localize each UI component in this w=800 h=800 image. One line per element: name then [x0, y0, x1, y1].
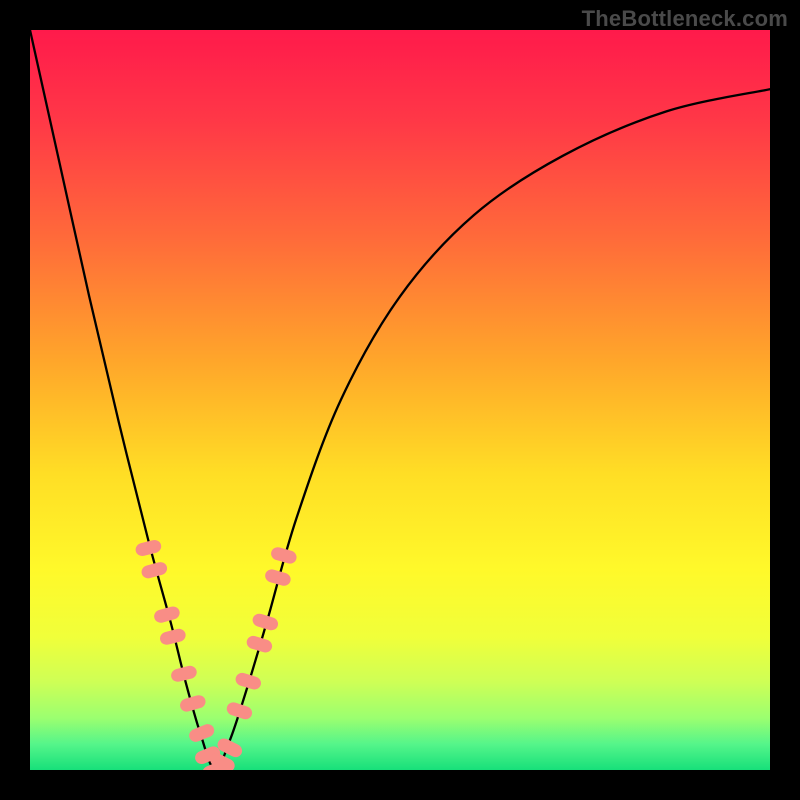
plot-area [30, 30, 770, 770]
curve-layer [30, 30, 770, 770]
bottleneck-curve-path [30, 30, 770, 770]
chart-frame: TheBottleneck.com [0, 0, 800, 800]
dash-marker [234, 671, 263, 691]
watermark-text: TheBottleneck.com [582, 6, 788, 32]
dash-marker [159, 627, 187, 646]
dash-marker [134, 539, 162, 558]
dash-marker [225, 701, 254, 722]
dash-marker [170, 664, 198, 683]
marker-group [134, 539, 298, 770]
